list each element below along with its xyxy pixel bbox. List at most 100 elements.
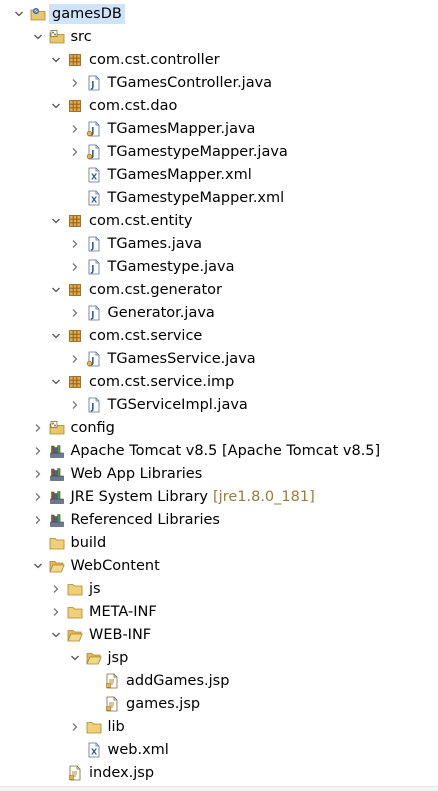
- source-folder-icon: [49, 29, 65, 45]
- tree-item-tgamesmapper-java[interactable]: J TGamesMapper.java: [0, 117, 438, 140]
- collapse-chevron-icon[interactable]: [49, 53, 63, 67]
- tree-item-jre-system-library[interactable]: JRE System Library [jre1.8.0_181]: [0, 485, 438, 508]
- folder-icon: [49, 535, 65, 551]
- library-icon: [49, 512, 65, 528]
- tree-item-label: config: [70, 419, 115, 436]
- tree-item-config[interactable]: config: [0, 416, 438, 439]
- tree-item-com-cst-service[interactable]: com.cst.service: [0, 324, 438, 347]
- tree-item-com-cst-generator[interactable]: com.cst.generator: [0, 278, 438, 301]
- expand-chevron-icon[interactable]: [68, 76, 82, 90]
- jsp-file-icon: [104, 673, 120, 689]
- tree-item-web-xml[interactable]: Xweb.xml: [0, 738, 438, 761]
- java-file-icon: J: [86, 259, 102, 275]
- expand-chevron-icon[interactable]: [68, 145, 82, 159]
- collapse-chevron-icon[interactable]: [68, 651, 82, 665]
- folder-open-icon: [48, 558, 65, 574]
- folder-icon: [67, 604, 83, 620]
- tree-item-com-cst-controller[interactable]: com.cst.controller: [0, 48, 438, 71]
- tree-item-label: TGamestypeMapper.xml: [107, 189, 285, 206]
- tree-item-tgamestype-java[interactable]: J TGamestype.java: [0, 255, 438, 278]
- tree-item-tgamesservice-java[interactable]: J TGamesService.java: [0, 347, 438, 370]
- tree-item-referenced-libraries[interactable]: Referenced Libraries: [0, 508, 438, 531]
- jsp-file-icon: [104, 696, 120, 712]
- expand-chevron-icon[interactable]: [31, 444, 45, 458]
- tree-item-generator-java[interactable]: J Generator.java: [0, 301, 438, 324]
- tree-item-label: TGames.java: [107, 235, 203, 252]
- no-toggle-spacer: [31, 536, 45, 550]
- xml-file-icon: X: [86, 167, 102, 183]
- tree-item-tgamesmapper-xml[interactable]: X TGamesMapper.xml: [0, 163, 438, 186]
- no-toggle-spacer: [68, 743, 82, 757]
- collapse-chevron-icon[interactable]: [31, 30, 45, 44]
- tree-item-label: TGamesMapper.java: [107, 120, 256, 137]
- expand-chevron-icon[interactable]: [31, 467, 45, 481]
- tree-item-label: games.jsp: [126, 695, 201, 712]
- expand-chevron-icon[interactable]: [68, 720, 82, 734]
- expand-chevron-icon[interactable]: [68, 352, 82, 366]
- xml-file-icon: X: [86, 742, 102, 758]
- folder-open-icon: [85, 650, 102, 666]
- tree-item-lib[interactable]: lib: [0, 715, 438, 738]
- tree-item-index-jsp[interactable]: index.jsp: [0, 761, 438, 784]
- collapse-chevron-icon[interactable]: [49, 99, 63, 113]
- tree-item-label: Apache Tomcat v8.5 [Apache Tomcat v8.5]: [70, 442, 381, 459]
- tree-item-webcontent[interactable]: WebContent: [0, 554, 438, 577]
- tree-item-label: js: [89, 580, 101, 597]
- tree-item-tgserviceimpl-java[interactable]: J TGServiceImpl.java: [0, 393, 438, 416]
- tree-item-tgamescontroller-java[interactable]: J TGamesController.java: [0, 71, 438, 94]
- collapse-chevron-icon[interactable]: [31, 559, 45, 573]
- expand-chevron-icon[interactable]: [49, 582, 63, 596]
- tree-item-label: Referenced Libraries: [70, 511, 220, 528]
- tree-item-label: TGamesMapper.xml: [107, 166, 252, 183]
- tree-item-label: com.cst.service: [89, 327, 203, 344]
- tree-item-com-cst-service-imp[interactable]: com.cst.service.imp: [0, 370, 438, 393]
- package-icon: [67, 213, 83, 229]
- collapse-chevron-icon[interactable]: [49, 628, 63, 642]
- expand-chevron-icon[interactable]: [31, 421, 45, 435]
- tree-item-web-app-libraries[interactable]: Web App Libraries: [0, 462, 438, 485]
- tree-item-com-cst-dao[interactable]: com.cst.dao: [0, 94, 438, 117]
- expand-chevron-icon[interactable]: [68, 260, 82, 274]
- expand-chevron-icon[interactable]: [49, 605, 63, 619]
- expand-chevron-icon[interactable]: [68, 122, 82, 136]
- jsp-file-icon: [67, 765, 83, 781]
- collapse-chevron-icon[interactable]: [49, 283, 63, 297]
- tree-item-meta-inf[interactable]: META-INF: [0, 600, 438, 623]
- collapse-chevron-icon[interactable]: [49, 329, 63, 343]
- library-icon: [49, 466, 65, 482]
- project-explorer-tree: gamesDB src com.cst.controller J TGamesContr…: [0, 0, 438, 790]
- expand-chevron-icon[interactable]: [68, 237, 82, 251]
- tree-item-label: Generator.java: [107, 304, 215, 321]
- expand-chevron-icon[interactable]: [68, 306, 82, 320]
- tree-item-label: web.xml: [107, 741, 169, 758]
- expand-chevron-icon[interactable]: [31, 513, 45, 527]
- tree-item-src[interactable]: src: [0, 25, 438, 48]
- tree-item-tgames-java[interactable]: J TGames.java: [0, 232, 438, 255]
- tree-item-web-inf[interactable]: WEB-INF: [0, 623, 438, 646]
- tree-item-gamesdb[interactable]: gamesDB: [0, 2, 438, 25]
- java-file-icon: J: [86, 75, 102, 91]
- no-toggle-spacer: [49, 766, 63, 780]
- svg-text:J: J: [90, 310, 94, 320]
- tree-item-tgamestypemapper-java[interactable]: J TGamestypeMapper.java: [0, 140, 438, 163]
- tree-item-apache-tomcat-v8-5-apache-tomcat-v8-5[interactable]: Apache Tomcat v8.5 [Apache Tomcat v8.5]: [0, 439, 438, 462]
- tree-item-js[interactable]: js: [0, 577, 438, 600]
- tree-item-label: addGames.jsp: [126, 672, 230, 689]
- tree-item-tgamestypemapper-xml[interactable]: X TGamestypeMapper.xml: [0, 186, 438, 209]
- tree-item-com-cst-entity[interactable]: com.cst.entity: [0, 209, 438, 232]
- tree-item-games-jsp[interactable]: games.jsp: [0, 692, 438, 715]
- collapse-chevron-icon[interactable]: [12, 7, 26, 21]
- collapse-chevron-icon[interactable]: [49, 375, 63, 389]
- view-bottom-edge: [0, 786, 438, 791]
- tree-item-label: WEB-INF: [89, 626, 152, 643]
- tree-item-label: JRE System Library: [70, 488, 209, 505]
- collapse-chevron-icon[interactable]: [49, 214, 63, 228]
- tree-item-jsp[interactable]: jsp: [0, 646, 438, 669]
- java-interface-icon: J: [86, 121, 102, 137]
- svg-text:X: X: [91, 172, 98, 181]
- java-file-icon: J: [86, 397, 102, 413]
- tree-item-build[interactable]: build: [0, 531, 438, 554]
- expand-chevron-icon[interactable]: [68, 398, 82, 412]
- expand-chevron-icon[interactable]: [31, 490, 45, 504]
- tree-item-addgames-jsp[interactable]: addGames.jsp: [0, 669, 438, 692]
